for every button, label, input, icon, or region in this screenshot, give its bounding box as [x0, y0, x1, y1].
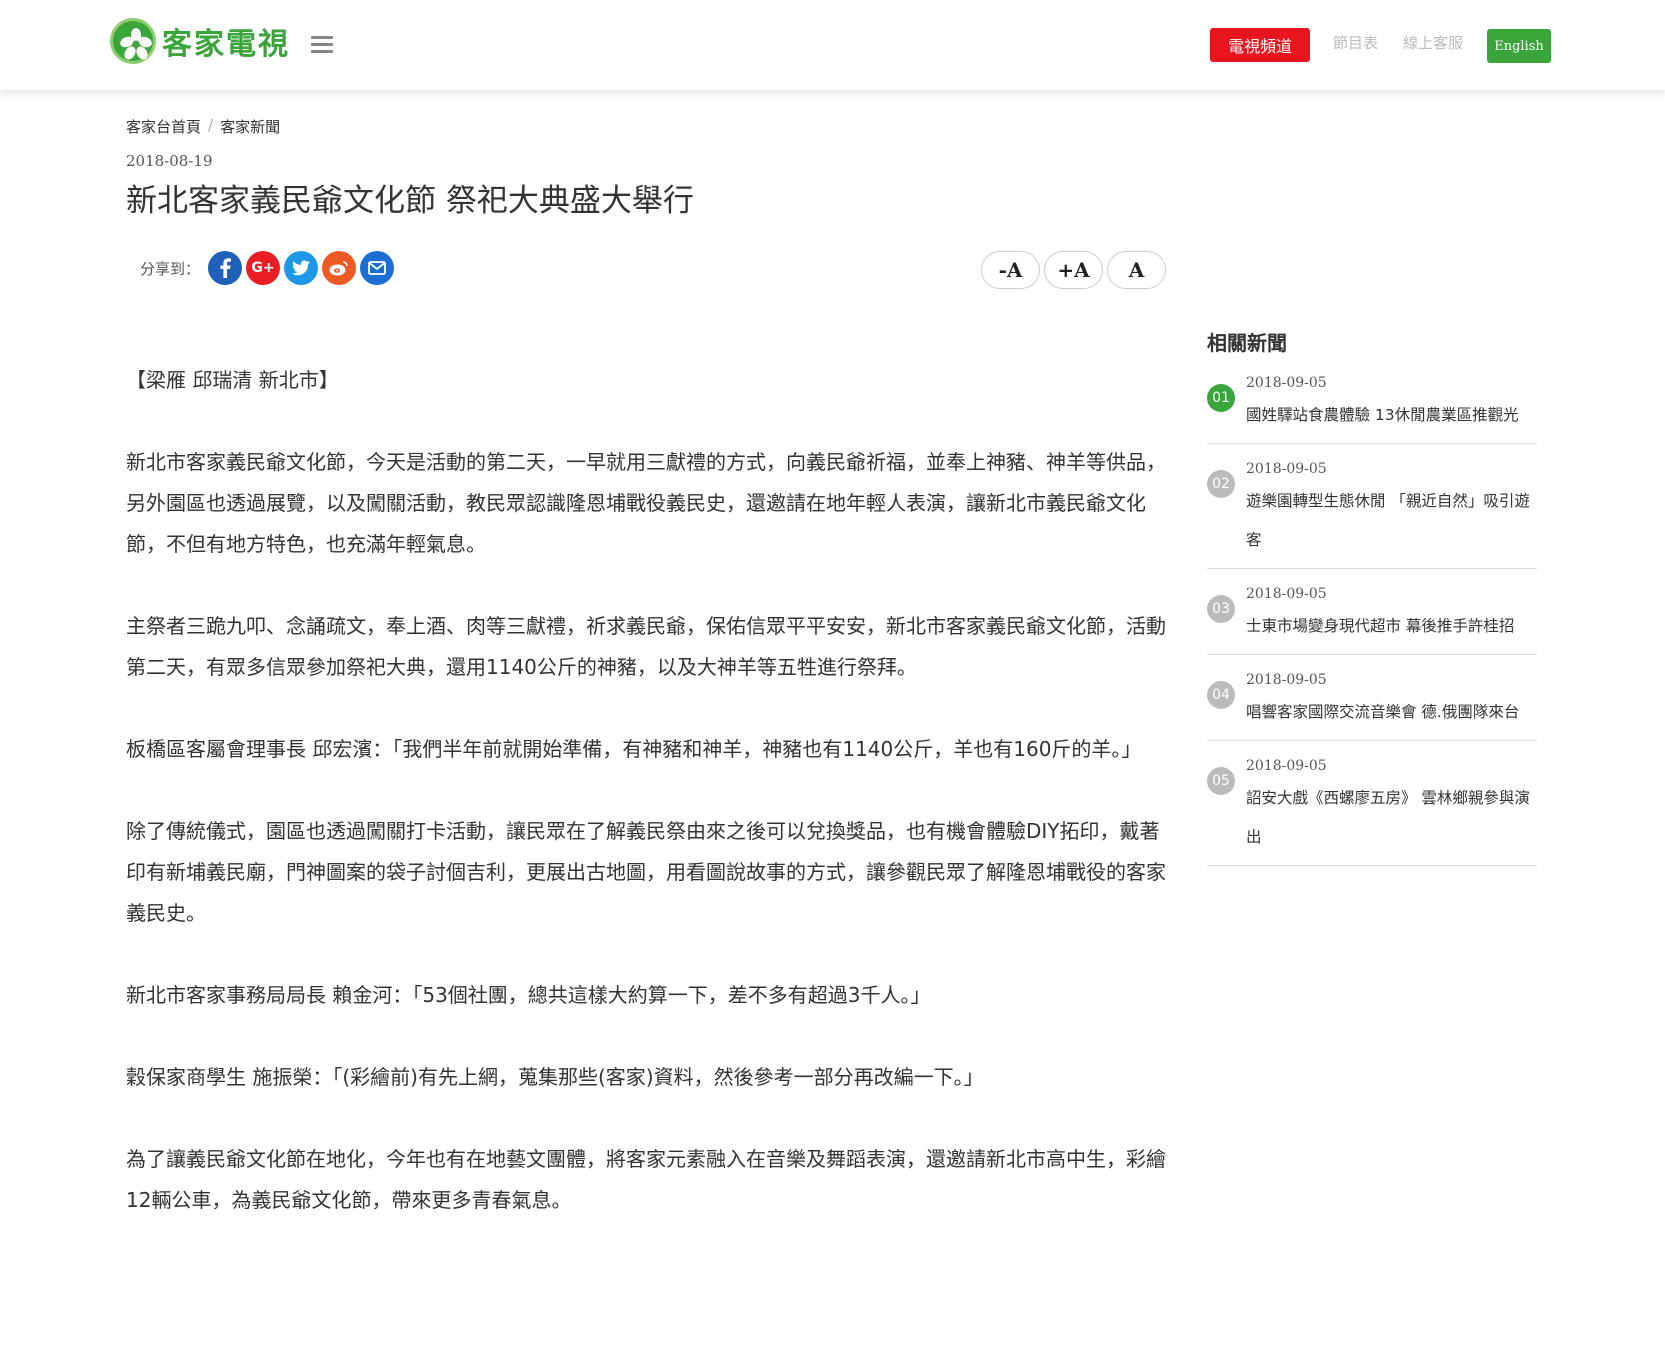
related-news-list: 01 2018-09-05 國姓驛站食農體驗 13休閒農業區推觀光 02 201… [1207, 374, 1537, 882]
font-size-controls: -A +A A [981, 251, 1170, 289]
related-news-date: 2018-09-05 [1246, 758, 1327, 774]
related-news-link[interactable]: 士東市場變身現代超市 幕後推手許桂招 [1246, 607, 1537, 646]
article-paragraph: 板橋區客屬會理事長 邱宏濱：「我們半年前就開始準備，有神豬和神羊，神豬也有114… [126, 737, 1142, 761]
hamburger-menu-icon[interactable] [311, 36, 333, 54]
breadcrumb-section-link[interactable]: 客家新聞 [220, 116, 280, 137]
site-logo[interactable]: 客家電視 [110, 18, 290, 64]
english-button[interactable]: English [1487, 29, 1551, 63]
related-news-link[interactable]: 唱響客家國際交流音樂會 德.俄團隊來台 [1246, 693, 1537, 732]
related-news-date: 2018-09-05 [1246, 586, 1327, 602]
site-header: 客家電視 電視頻道 節目表 線上客服 English [0, 0, 1665, 90]
schedule-link[interactable]: 節目表 [1333, 32, 1378, 53]
google-plus-icon[interactable]: G+ [246, 251, 281, 285]
related-news-link[interactable]: 國姓驛站食農體驗 13休閒農業區推觀光 [1246, 396, 1537, 435]
twitter-icon[interactable] [284, 251, 319, 285]
tv-channel-button[interactable]: 電視頻道 [1210, 28, 1310, 62]
breadcrumb: 客家台首頁 / 客家新聞 [126, 116, 280, 137]
logo-flower-icon [110, 18, 156, 64]
article-paragraph: 主祭者三跪九叩、念誦疏文，奉上酒、肉等三獻禮，祈求義民爺，保佑信眾平平安安，新北… [126, 614, 1166, 679]
article-paragraph: 穀保家商學生 施振榮：「(彩繪前)有先上網，蒐集那些(客家)資料，然後參考一部分… [126, 1065, 984, 1089]
weibo-icon[interactable] [322, 251, 357, 285]
related-news-link[interactable]: 遊樂園轉型生態休閒 「親近自然」吸引遊客 [1246, 482, 1537, 560]
article-paragraph: 新北市客家事務局局長 賴金河：「53個社團，總共這樣大約算一下，差不多有超過3千… [126, 983, 931, 1007]
breadcrumb-separator: / [208, 116, 214, 134]
breadcrumb-home-link[interactable]: 客家台首頁 [126, 116, 201, 137]
related-news-number: 01 [1207, 384, 1235, 412]
related-news-number: 02 [1207, 470, 1235, 498]
related-news-date: 2018-09-05 [1246, 672, 1327, 688]
article-paragraph: 【梁雁 邱瑞清 新北市】 [126, 368, 339, 392]
related-news-item: 04 2018-09-05 唱響客家國際交流音樂會 德.俄團隊來台 [1207, 671, 1537, 741]
article-title: 新北客家義民爺文化節 祭祀大典盛大舉行 [126, 183, 694, 219]
article-date: 2018-08-19 [126, 152, 213, 170]
article-paragraph: 新北市客家義民爺文化節，今天是活動的第二天，一早就用三獻禮的方式，向義民爺祈福，… [126, 450, 1166, 556]
related-news-number: 04 [1207, 681, 1235, 709]
reset-font-button[interactable]: A [1107, 251, 1166, 289]
email-icon[interactable] [360, 251, 395, 285]
article-paragraph: 除了傳統儀式，園區也透過闖關打卡活動，讓民眾在了解義民祭由來之後可以兌換獎品，也… [126, 819, 1166, 925]
increase-font-button[interactable]: +A [1044, 251, 1103, 289]
related-news-number: 05 [1207, 767, 1235, 795]
related-news-item: 05 2018-09-05 詔安大戲《西螺廖五房》 雲林鄉親參與演出 [1207, 757, 1537, 866]
decrease-font-button[interactable]: -A [981, 251, 1040, 289]
logo-text: 客家電視 [162, 27, 290, 62]
facebook-icon[interactable] [208, 251, 243, 285]
related-news-number: 03 [1207, 595, 1235, 623]
related-news-title: 相關新聞 [1207, 331, 1287, 355]
related-news-date: 2018-09-05 [1246, 375, 1327, 391]
article-paragraph: 為了讓義民爺文化節在地化，今年也有在地藝文團體，將客家元素融入在音樂及舞蹈表演，… [126, 1147, 1166, 1212]
related-news-item: 02 2018-09-05 遊樂園轉型生態休閒 「親近自然」吸引遊客 [1207, 460, 1537, 569]
article-body: 【梁雁 邱瑞清 新北市】 新北市客家義民爺文化節，今天是活動的第二天，一早就用三… [126, 360, 1171, 1262]
related-news-link[interactable]: 詔安大戲《西螺廖五房》 雲林鄉親參與演出 [1246, 779, 1537, 857]
share-bar: 分享到： G+ [140, 251, 398, 285]
related-news-item: 03 2018-09-05 士東市場變身現代超市 幕後推手許桂招 [1207, 585, 1537, 655]
customer-service-link[interactable]: 線上客服 [1403, 32, 1463, 53]
share-label: 分享到： [140, 259, 201, 278]
related-news-date: 2018-09-05 [1246, 461, 1327, 477]
related-news-item: 01 2018-09-05 國姓驛站食農體驗 13休閒農業區推觀光 [1207, 374, 1537, 444]
